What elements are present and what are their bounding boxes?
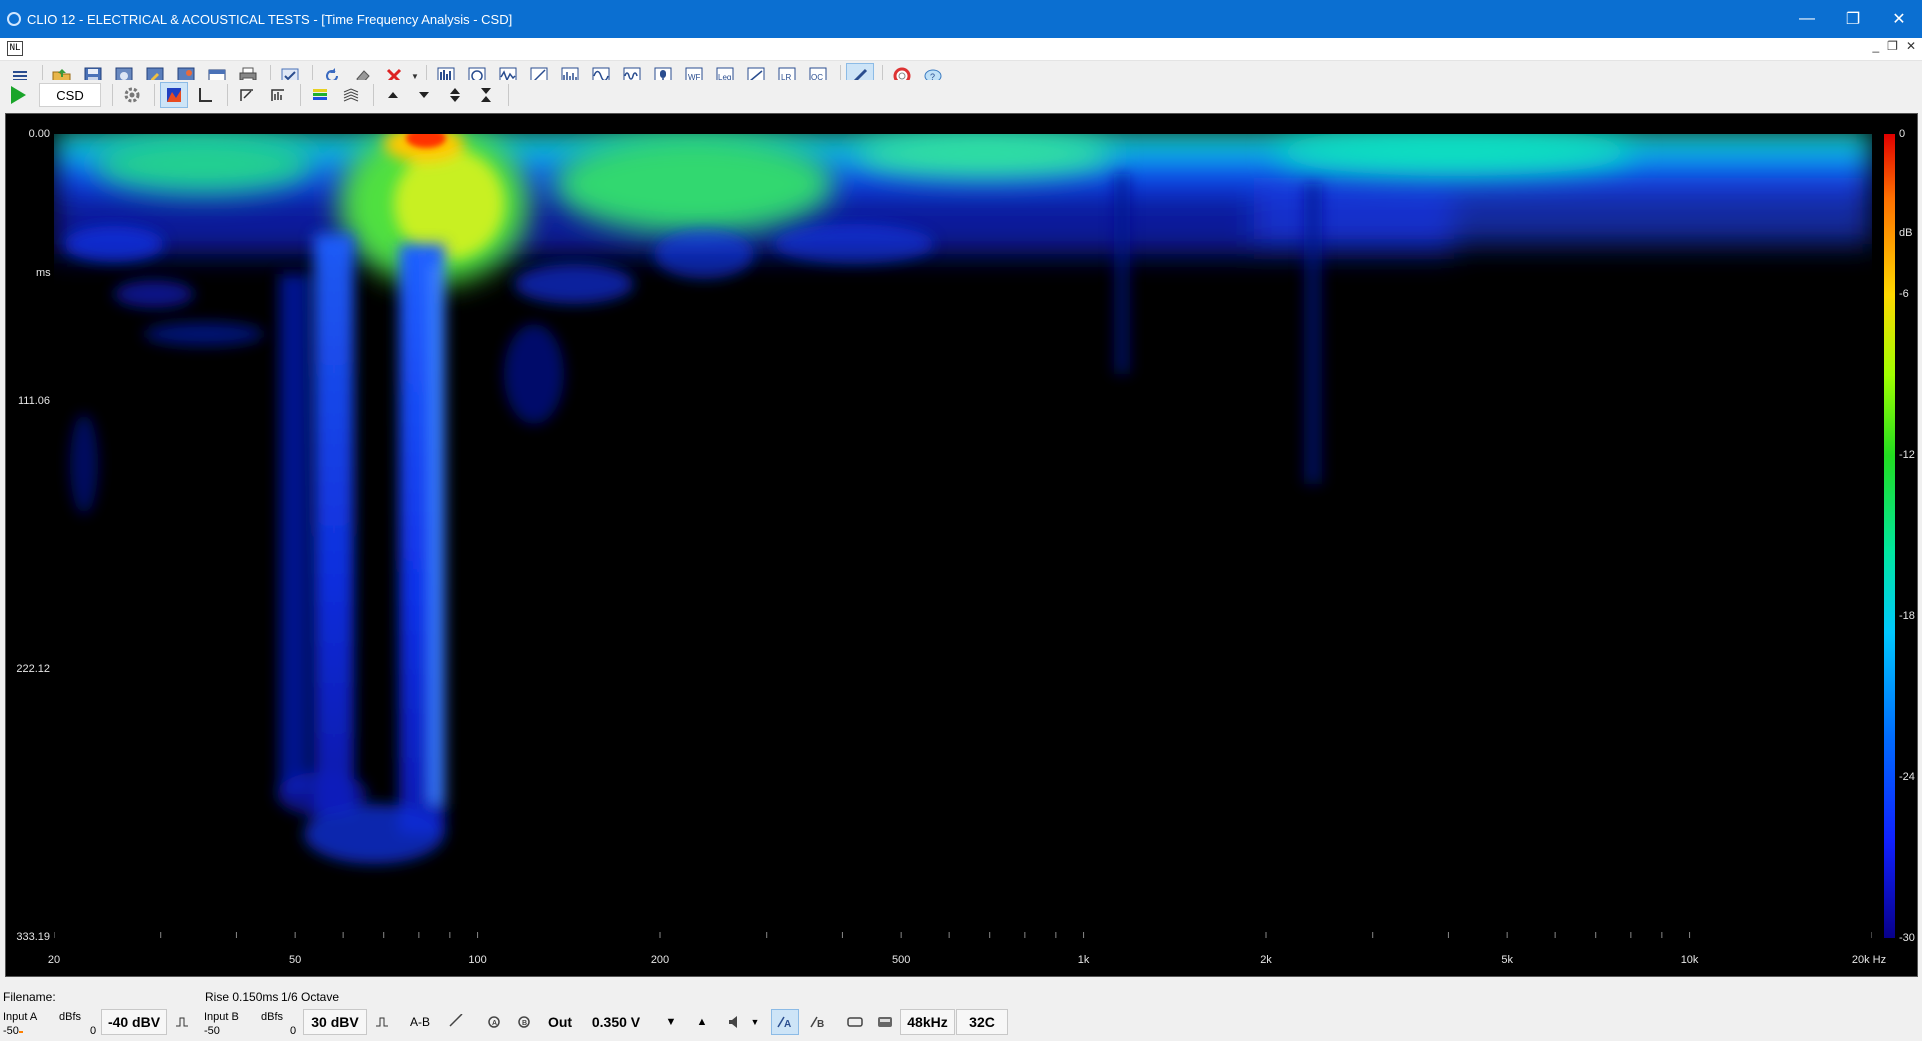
svg-text:A: A [492, 1020, 497, 1027]
svg-text:A: A [784, 1019, 791, 1030]
toolbar-separator [300, 84, 301, 106]
colorbar-tick-label: -24 [1899, 771, 1915, 783]
x-tick-label: 20k Hz [1851, 954, 1887, 966]
toolbar-separator [373, 84, 374, 106]
x-tick-label: 10k [1680, 954, 1699, 966]
color-scale-bar [1884, 134, 1895, 938]
colorbar-unit: dB [1899, 227, 1913, 239]
x-tick-label: 500 [891, 954, 911, 966]
svg-text:B: B [522, 1020, 527, 1027]
export-chart-icon[interactable] [264, 82, 292, 108]
svg-text:B: B [817, 1019, 824, 1030]
mdi-minimize-button[interactable]: _ [1872, 39, 1879, 53]
input-b-label: Input B [204, 1011, 239, 1023]
trigger-a-icon[interactable]: A [771, 1009, 799, 1035]
heatmap-svg [54, 134, 1872, 938]
output-dropdown-icon[interactable]: ▼ [662, 1009, 680, 1035]
colorbar-tick-label: 0 [1899, 128, 1906, 140]
mdi-restore-button[interactable]: ❐ [1887, 39, 1898, 53]
input-a-max: 0 [90, 1025, 97, 1037]
a-minus-b-button[interactable]: A-B [405, 1009, 435, 1035]
input-b-max: 0 [290, 1025, 297, 1037]
minimize-button[interactable]: — [1784, 0, 1830, 38]
close-button[interactable]: ✕ [1876, 0, 1922, 38]
arrow-down-icon[interactable] [410, 82, 438, 108]
colormap-view-icon[interactable] [160, 82, 188, 108]
octave-smoothing: 1/6 Octave [281, 990, 340, 1004]
settings-gear-icon[interactable] [118, 82, 146, 108]
input-b-unit: dBfs [261, 1011, 284, 1023]
filename-label: Filename: [3, 990, 56, 1004]
trigger-b-icon[interactable]: B [804, 1009, 832, 1035]
toolbar-separator [112, 84, 113, 106]
app-icon [7, 12, 21, 26]
document-icon[interactable]: NL [7, 41, 23, 56]
x-tick-label: 20 [47, 954, 61, 966]
title-bar: CLIO 12 - ELECTRICAL & ACOUSTICAL TESTS … [0, 0, 1922, 38]
input-a-min: -50 [3, 1025, 19, 1037]
temperature-button[interactable]: 32C [956, 1009, 1008, 1035]
output-label: Out [547, 1014, 573, 1030]
toolbar-separator [508, 84, 509, 106]
mdi-controls: _ ❐ ✕ [1872, 39, 1916, 53]
play-icon[interactable] [4, 82, 32, 108]
input-a-phantom-icon[interactable] [173, 1009, 191, 1035]
loop-b-icon[interactable]: B [512, 1009, 536, 1035]
y-axis-unit: ms [36, 267, 51, 279]
colorbar-tick-label: -12 [1899, 449, 1915, 461]
colorbar-tick-label: -6 [1899, 288, 1909, 300]
speaker-icon[interactable] [724, 1009, 746, 1035]
input-b-phantom-icon[interactable] [373, 1009, 391, 1035]
colorbar-tick-label: -30 [1899, 932, 1915, 944]
sample-rate-button[interactable]: 48kHz [900, 1009, 955, 1035]
csd-heatmap[interactable] [54, 134, 1872, 938]
csd-plot-panel: 0.00 ms 111.06 222.12 333.19 20 50 100 2… [5, 113, 1918, 977]
y-tick-label: 222.12 [16, 663, 50, 675]
window-title: CLIO 12 - ELECTRICAL & ACOUSTICAL TESTS … [27, 11, 513, 27]
toolbar-separator [154, 84, 155, 106]
device-icon[interactable] [873, 1009, 897, 1035]
waterfall-3d-icon[interactable] [337, 82, 365, 108]
input-a-label: Input A [3, 1011, 38, 1023]
arrow-up-icon[interactable] [379, 82, 407, 108]
mdi-bar: NL _ ❐ ✕ [0, 38, 1922, 61]
link-icon[interactable] [444, 1009, 468, 1035]
import-icon[interactable] [233, 82, 261, 108]
loop-a-icon[interactable]: A [482, 1009, 506, 1035]
output-up-icon[interactable]: ▲ [693, 1009, 711, 1035]
input-b-range-button[interactable]: 30 dBV [303, 1009, 367, 1035]
x-tick-label: 1k [1077, 954, 1090, 966]
y-tick-label: 0.00 [28, 128, 50, 140]
mdi-close-button[interactable]: ✕ [1906, 39, 1916, 53]
x-tick-label: 100 [468, 954, 487, 966]
y-tick-label: 333.19 [16, 931, 50, 943]
input-a-level-meter [19, 1031, 23, 1033]
input-b-min: -50 [204, 1025, 220, 1037]
axis-icon[interactable] [191, 82, 219, 108]
compress-icon[interactable] [472, 82, 500, 108]
x-tick-label: 5k [1501, 954, 1513, 966]
restore-button[interactable]: ❐ [1830, 0, 1876, 38]
window-controls: — ❐ ✕ [1784, 0, 1922, 38]
x-tick-label: 50 [289, 954, 302, 966]
input-a-unit: dBfs [59, 1011, 82, 1023]
speaker-dropdown-icon[interactable]: ▼ [748, 1009, 762, 1035]
csd-toolbar: CSD [0, 80, 1922, 110]
x-tick-label: 200 [650, 954, 670, 966]
expand-icon[interactable] [441, 82, 469, 108]
input-a-range-button[interactable]: -40 dBV [101, 1009, 167, 1035]
y-tick-label: 111.06 [17, 395, 50, 407]
toolbar-separator [227, 84, 228, 106]
hardware-icon[interactable] [843, 1009, 867, 1035]
mode-label[interactable]: CSD [39, 83, 101, 107]
rise-time: Rise 0.150ms [205, 990, 279, 1004]
x-tick-label: 2k [1260, 954, 1272, 966]
color-scale-icon[interactable] [306, 82, 334, 108]
output-level-value[interactable]: 0.350 V [586, 1009, 646, 1035]
colorbar-tick-label: -18 [1899, 610, 1915, 622]
